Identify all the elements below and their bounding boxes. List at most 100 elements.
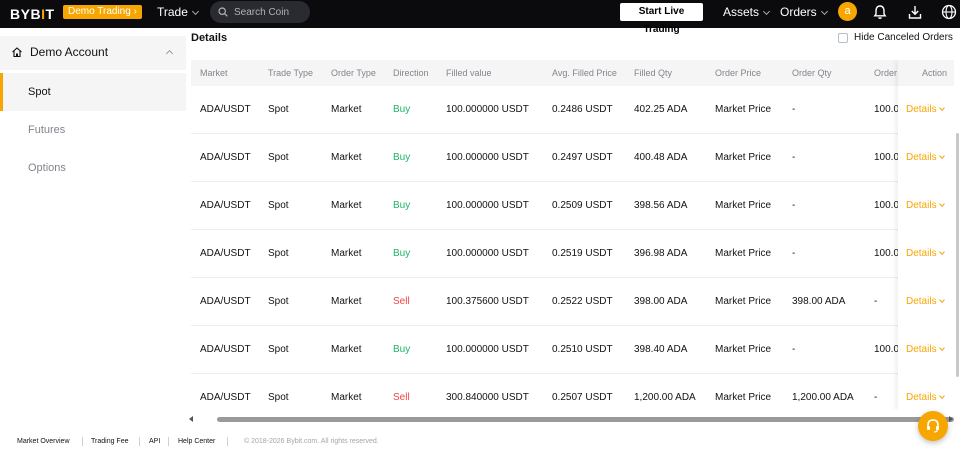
details-link[interactable]: Details — [906, 152, 945, 163]
chevron-up-icon[interactable] — [165, 49, 174, 58]
filled-qty-cell: 396.98 ADA — [634, 248, 688, 259]
details-link[interactable]: Details — [906, 392, 945, 403]
sidebar-item-futures[interactable]: Futures — [0, 111, 186, 149]
hide-canceled-orders-checkbox[interactable]: Hide Canceled Orders — [838, 32, 953, 43]
demo-account-label: Demo Account — [30, 45, 109, 59]
trade-type-cell: Spot — [268, 296, 289, 307]
order-cell: 100.0 — [874, 200, 900, 211]
checkbox-icon[interactable] — [838, 32, 848, 43]
table-row: ADA/USDT Spot Market Buy 100.000000 USDT 0.24… — [191, 86, 954, 134]
details-link-label: Details — [906, 152, 937, 163]
footer-link-api[interactable]: API — [149, 438, 160, 445]
column-header: Direction — [393, 68, 429, 78]
chevron-down-icon — [938, 297, 945, 303]
order-type-cell: Market — [331, 248, 362, 259]
start-live-trading-button[interactable]: Start Live Trading — [620, 3, 703, 35]
column-header: Avg. Filled Price — [552, 68, 617, 78]
footer-link-market-overview[interactable]: Market Overview — [17, 438, 70, 445]
market-cell: ADA/USDT — [200, 104, 251, 115]
avg-filled-price-cell: 0.2519 USDT — [552, 248, 613, 259]
page-title: Details — [191, 32, 228, 44]
nav-orders[interactable]: Orders — [780, 5, 828, 19]
details-link[interactable]: Details — [906, 248, 945, 259]
order-type-cell: Market — [331, 104, 362, 115]
sidebar-item-options[interactable]: Options — [0, 149, 186, 187]
column-header: Order Qty — [792, 68, 832, 78]
order-price-cell: Market Price — [715, 152, 772, 163]
footer-divider — [82, 437, 83, 446]
details-link[interactable]: Details — [906, 296, 945, 307]
footer-link-help-center[interactable]: Help Center — [178, 438, 215, 445]
globe-icon[interactable] — [940, 3, 958, 21]
search-input[interactable] — [234, 6, 304, 18]
avatar[interactable]: a — [838, 2, 857, 21]
chevron-down-icon — [762, 7, 771, 16]
search-box[interactable] — [210, 1, 310, 23]
trade-type-cell: Spot — [268, 152, 289, 163]
chevron-down-icon — [938, 153, 945, 159]
filled-value-cell: 100.375600 USDT — [446, 296, 529, 307]
order-qty-cell: - — [792, 248, 796, 259]
download-icon[interactable] — [906, 3, 924, 21]
filled-qty-cell: 1,200.00 ADA — [634, 392, 696, 403]
order-type-cell: Market — [331, 392, 362, 403]
order-cell: 100.0 — [874, 104, 900, 115]
footer-link-trading-fee[interactable]: Trading Fee — [91, 438, 128, 445]
scroll-right-arrow-icon[interactable] — [949, 416, 953, 422]
order-cell: 100.0 — [874, 344, 900, 355]
vertical-scrollbar[interactable] — [956, 133, 959, 377]
column-header: Filled value — [446, 68, 492, 78]
details-link[interactable]: Details — [906, 104, 945, 115]
table-row: ADA/USDT Spot Market Sell 300.840000 USDT 0.2… — [191, 374, 954, 410]
chevron-down-icon — [938, 201, 945, 207]
details-link[interactable]: Details — [906, 344, 945, 355]
trade-type-cell: Spot — [268, 248, 289, 259]
sidebar-item-spot[interactable]: Spot — [0, 73, 186, 111]
sidebar: Demo Account Spot Futures Options — [0, 28, 186, 418]
scroll-left-arrow-icon[interactable] — [189, 416, 193, 422]
chevron-down-icon — [820, 7, 828, 16]
avg-filled-price-cell: 0.2497 USDT — [552, 152, 613, 163]
table-row: ADA/USDT Spot Market Buy 100.000000 USDT 0.25… — [191, 182, 954, 230]
nav-assets[interactable]: Assets — [723, 5, 771, 19]
avg-filled-price-cell: 0.2486 USDT — [552, 104, 613, 115]
bybit-logo[interactable]: BYBIT — [10, 6, 55, 22]
chevron-down-icon — [938, 345, 945, 351]
trade-type-cell: Spot — [268, 392, 289, 403]
demo-account-section[interactable]: Demo Account — [0, 36, 186, 70]
table-row: ADA/USDT Spot Market Sell 100.375600 USDT 0.2… — [191, 278, 954, 326]
avg-filled-price-cell: 0.2507 USDT — [552, 392, 613, 403]
details-link[interactable]: Details — [906, 200, 945, 211]
orders-table: Market Trade Type Order Type Direction F… — [191, 60, 954, 410]
avg-filled-price-cell: 0.2509 USDT — [552, 200, 613, 211]
bell-icon[interactable] — [871, 3, 889, 21]
order-cell: 100.0 — [874, 248, 900, 259]
order-cell: 100.0 — [874, 152, 900, 163]
order-qty-cell: - — [792, 152, 796, 163]
demo-trading-badge[interactable]: Demo Trading › — [63, 5, 142, 19]
top-nav-bar: BYBIT Demo Trading › Trade Start Live Tr… — [0, 0, 960, 35]
filled-qty-cell: 398.00 ADA — [634, 296, 688, 307]
direction-cell: Sell — [393, 392, 410, 403]
filled-value-cell: 100.000000 USDT — [446, 248, 529, 259]
column-header: Market — [200, 68, 228, 78]
logo-text: BYB — [10, 6, 42, 22]
sidebar-item-label: Options — [28, 162, 66, 174]
chevron-down-icon — [938, 249, 945, 255]
nav-trade[interactable]: Trade — [157, 5, 199, 19]
order-cell: - — [874, 392, 878, 403]
order-price-cell: Market Price — [715, 248, 772, 259]
sidebar-item-label: Futures — [28, 124, 66, 136]
order-qty-cell: - — [792, 200, 796, 211]
order-type-cell: Market — [331, 152, 362, 163]
market-cell: ADA/USDT — [200, 152, 251, 163]
action-column: Action Details Details Details Details Detai… — [898, 60, 954, 410]
order-price-cell: Market Price — [715, 392, 772, 403]
trade-type-cell: Spot — [268, 344, 289, 355]
order-qty-cell: 1,200.00 ADA — [792, 392, 854, 403]
order-price-cell: Market Price — [715, 296, 772, 307]
market-cell: ADA/USDT — [200, 200, 251, 211]
filled-qty-cell: 402.25 ADA — [634, 104, 688, 115]
chevron-down-icon — [191, 7, 199, 16]
horizontal-scrollbar-thumb[interactable] — [217, 417, 954, 422]
